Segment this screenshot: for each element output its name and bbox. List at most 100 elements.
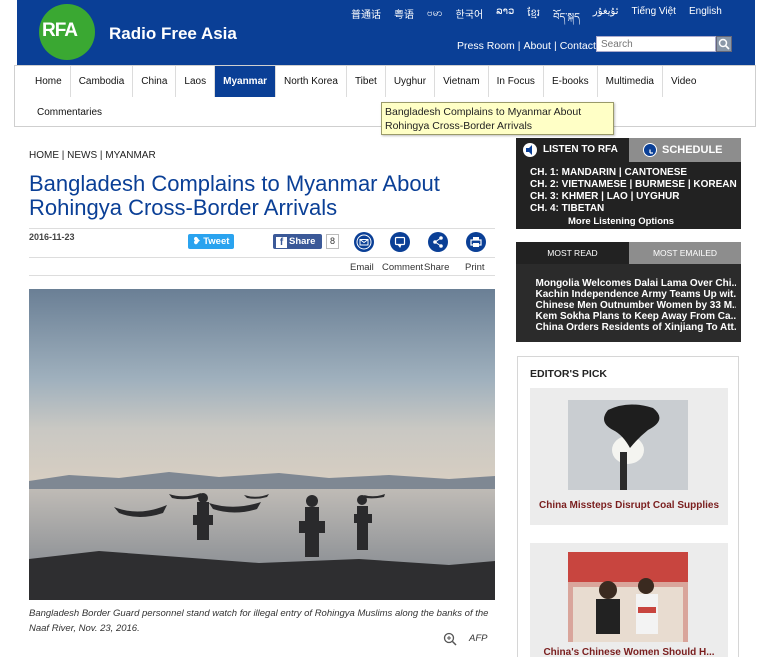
article-photo[interactable] [29,289,495,600]
share-count: 8 [326,234,339,249]
listen-tab-label: LISTEN TO RFA [543,144,618,155]
channel-item[interactable]: CH. 1: MANDARIN | CANTONESE [530,167,737,179]
tab-most-read[interactable]: MOST READ [516,242,629,264]
nav-tibet[interactable]: Tibet [347,66,386,97]
print-icon [470,237,482,247]
editors-pick-image[interactable] [568,400,688,490]
share-icon [433,236,443,248]
nav-ebooks[interactable]: E-books [544,66,598,97]
nav-row: Home Cambodia China Laos Myanmar North K… [15,66,704,97]
editors-pick-title: EDITOR'S PICK [530,368,607,380]
breadcrumb: HOME | NEWS | MYANMAR [29,150,156,161]
lang-link[interactable]: ئۇيغۇر [593,6,619,34]
lang-link[interactable]: 한국어 [456,6,484,34]
divider: | [517,40,521,52]
list-item[interactable]: Mongolia Welcomes Dalai Lama Over Chi... [536,278,736,289]
listen-box: LISTEN TO RFA SCHEDULE CH. 1: MANDARIN |… [516,138,741,229]
nav-myanmar[interactable]: Myanmar [215,66,277,97]
print-label[interactable]: Print [465,262,485,273]
editors-pick-caption[interactable]: China Missteps Disrupt Coal Supplies [530,500,728,512]
share-action-label[interactable]: Share [424,262,449,273]
nav-north-korea[interactable]: North Korea [276,66,347,97]
twitter-bird-icon: ❥ [192,236,204,247]
channel-item[interactable]: CH. 2: VIETNAMESE | BURMESE | KOREAN [530,179,737,191]
river-photo-image [29,289,495,600]
breadcrumb-news[interactable]: NEWS [67,150,97,161]
nav-video[interactable]: Video [663,66,704,97]
lang-link[interactable]: བོད་སྐད [553,6,580,34]
nav-laos[interactable]: Laos [176,66,216,97]
email-button[interactable] [354,232,374,252]
lang-link[interactable]: 粤语 [394,6,414,34]
nav-vietnam[interactable]: Vietnam [435,66,489,97]
tab-most-emailed[interactable]: MOST EMAILED [629,242,741,264]
tweet-label: Tweet [203,236,230,247]
tab-schedule[interactable]: SCHEDULE [629,138,741,162]
contact-link[interactable]: Contact [560,40,596,52]
nav-china[interactable]: China [133,66,177,97]
breadcrumb-home[interactable]: HOME [29,150,59,161]
divider [29,275,495,276]
divider: | [553,40,557,52]
nav-in-focus[interactable]: In Focus [489,66,544,97]
search-button[interactable] [716,36,732,52]
lang-link[interactable]: ខ្មែរ [527,6,540,34]
list-item[interactable]: Chinese Men Outnumber Women by 33 M... [536,300,736,311]
lang-link[interactable]: 普通话 [351,6,381,34]
editors-pick-card[interactable]: China Missteps Disrupt Coal Supplies [530,388,728,525]
search-icon [718,38,730,50]
most-read-list: Mongolia Welcomes Dalai Lama Over Chi...… [536,278,736,333]
title-tooltip: Bangladesh Complains to Myanmar About Ro… [381,102,614,135]
nav-uyghur[interactable]: Uyghur [386,66,436,97]
language-links: 普通话 粤语 ဗမာ 한국어 ລາວ ខ្មែរ བོད་སྐད ئۇيغۇر … [351,6,722,34]
list-item[interactable]: China Orders Residents of Xinjiang To At… [536,322,736,333]
women-shopping-image [568,552,688,642]
email-icon [356,234,372,250]
about-link[interactable]: About [524,40,551,52]
search-input[interactable] [596,36,716,52]
article-headline: Bangladesh Complains to Myanmar About Ro… [29,171,440,220]
photo-credit: AFP [469,633,488,644]
more-listening-link[interactable]: More Listening Options [568,216,674,227]
logo-text: RFA [42,20,78,41]
print-button[interactable] [466,232,486,252]
facebook-icon: f [276,237,287,248]
press-room-link[interactable]: Press Room [457,40,515,52]
facebook-share-button[interactable]: f Share [273,234,322,249]
editors-pick-image[interactable] [568,552,688,642]
rfa-logo[interactable]: RFA [39,4,95,60]
editors-pick: EDITOR'S PICK China Missteps Disrupt Coa… [517,356,739,657]
lang-link[interactable]: English [689,6,722,34]
clock-icon [643,143,657,157]
comment-icon [394,236,406,248]
email-label[interactable]: Email [350,262,374,273]
nav-row: Commentaries [15,97,110,128]
tweet-button[interactable]: ❥ Tweet [188,234,234,249]
share-label: Share [289,236,316,247]
tab-listen-to-rfa[interactable]: LISTEN TO RFA [516,138,629,162]
comment-button[interactable] [390,232,410,252]
nav-home[interactable]: Home [15,66,71,97]
nav-commentaries[interactable]: Commentaries [15,97,110,128]
lang-link[interactable]: ລາວ [496,6,514,34]
article-date: 2016-11-23 [29,232,75,242]
list-item[interactable]: Kachin Independence Army Teams Up wit... [536,289,736,300]
breadcrumb-myanmar[interactable]: MYANMAR [105,150,155,161]
photo-caption: Bangladesh Border Guard personnel stand … [29,608,489,634]
nav-cambodia[interactable]: Cambodia [71,66,134,97]
speaker-icon [523,143,537,157]
list-item[interactable]: Kem Sokha Plans to Keep Away From Ca... [536,311,736,322]
comment-label[interactable]: Comment [382,262,423,273]
share-button[interactable] [428,232,448,252]
channel-item[interactable]: CH. 3: KHMER | LAO | UYGHUR [530,191,737,203]
schedule-tab-label: SCHEDULE [662,144,723,156]
lang-link[interactable]: ဗမာ [427,6,443,34]
nav-multimedia[interactable]: Multimedia [598,66,663,97]
lang-link[interactable]: Tiếng Việt [631,6,675,34]
channel-list: CH. 1: MANDARIN | CANTONESE CH. 2: VIETN… [530,167,737,215]
channel-item[interactable]: CH. 4: TIBETAN [530,203,737,215]
site-name[interactable]: Radio Free Asia [109,24,237,44]
editors-pick-caption[interactable]: China's Chinese Women Should H... [530,647,728,657]
divider [29,228,495,229]
editors-pick-card[interactable]: China's Chinese Women Should H... [530,543,728,657]
